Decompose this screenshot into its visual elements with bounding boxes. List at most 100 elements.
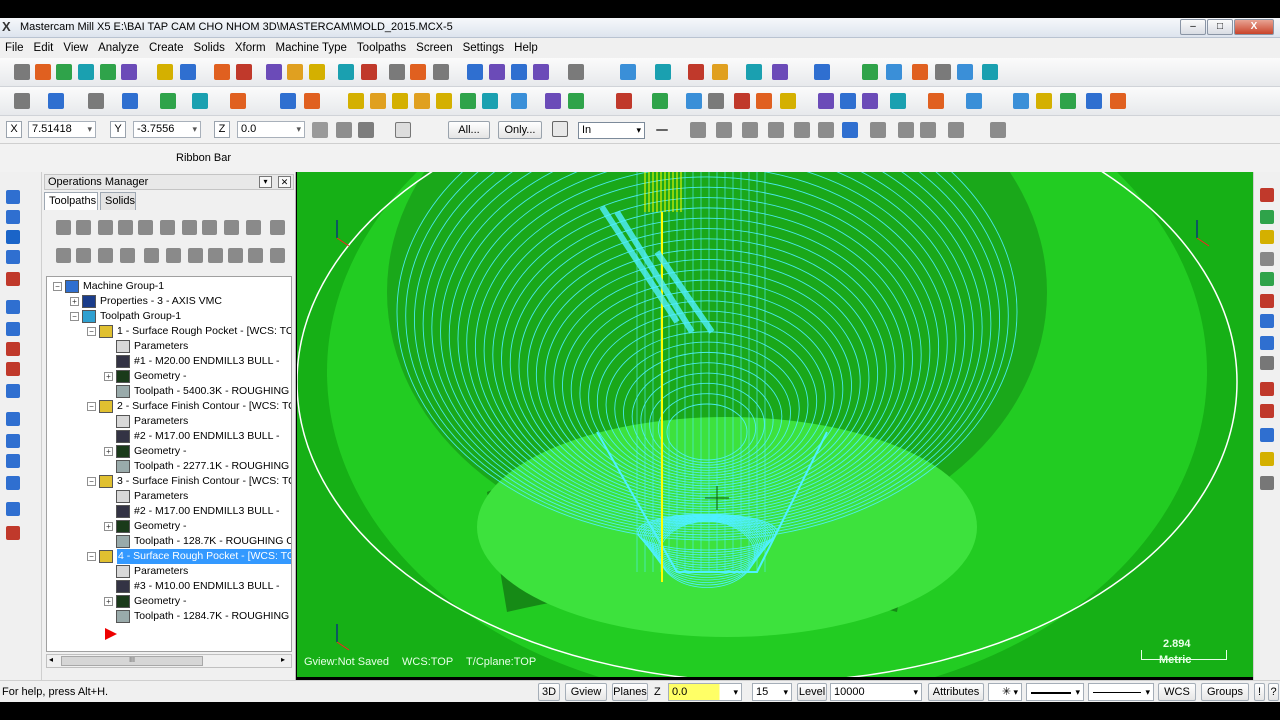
selection-filter-2-icon[interactable] xyxy=(716,122,732,138)
expand-icon[interactable]: + xyxy=(104,447,113,456)
ops-action-5-icon[interactable] xyxy=(138,220,153,235)
solids-tool-9-icon[interactable] xyxy=(6,362,20,376)
tree-node[interactable]: Toolpath - 1284.7K - ROUGHING xyxy=(47,609,291,624)
solids-tool-2-icon[interactable] xyxy=(6,210,20,224)
y-coord-input[interactable]: -3.7556 xyxy=(133,121,201,138)
create-tool-24-icon[interactable] xyxy=(734,93,750,109)
selection-filter-4-icon[interactable] xyxy=(768,122,784,138)
expand-icon[interactable]: + xyxy=(70,297,79,306)
insert-arrow-icon[interactable] xyxy=(105,628,117,640)
create-tool-13-icon[interactable] xyxy=(414,93,430,109)
main-tool-18-icon[interactable] xyxy=(433,64,449,80)
tree-node[interactable]: Toolpath - 128.7K - ROUGHING C xyxy=(47,534,291,549)
main-tool-2-icon[interactable] xyxy=(35,64,51,80)
solids-tool-13-icon[interactable] xyxy=(6,454,20,468)
color-input[interactable]: 15 xyxy=(752,683,792,701)
panel-close-icon[interactable]: ✕ xyxy=(278,176,291,188)
attributes-button[interactable]: Attributes xyxy=(928,683,984,701)
main-tool-5-icon[interactable] xyxy=(100,64,116,80)
gview-button[interactable]: Gview xyxy=(565,683,607,701)
tree-node[interactable]: Parameters xyxy=(47,414,291,429)
main-tool-30-icon[interactable] xyxy=(814,64,830,80)
ops-nav-8-icon[interactable] xyxy=(208,248,223,263)
autocursor-icon[interactable] xyxy=(336,122,352,138)
mru-tool-8-icon[interactable] xyxy=(1260,336,1274,350)
mastercam-app-icon[interactable]: X xyxy=(2,20,16,34)
point-type-icon[interactable] xyxy=(358,122,374,138)
mru-tool-11-icon[interactable] xyxy=(1260,404,1274,418)
collapse-icon[interactable]: − xyxy=(87,327,96,336)
operation-node[interactable]: − 2 - Surface Finish Contour - [WCS: TOP xyxy=(47,399,291,414)
main-tool-27-icon[interactable] xyxy=(712,64,728,80)
create-tool-16-icon[interactable] xyxy=(482,93,498,109)
main-tool-31-icon[interactable] xyxy=(862,64,878,80)
expand-icon[interactable]: + xyxy=(104,522,113,531)
main-tool-24-icon[interactable] xyxy=(620,64,636,80)
create-tool-19-icon[interactable] xyxy=(568,93,584,109)
solids-tool-12-icon[interactable] xyxy=(6,434,20,448)
create-tool-4-icon[interactable] xyxy=(122,93,138,109)
fast-point-icon[interactable] xyxy=(312,122,328,138)
selection-filter-1-icon[interactable] xyxy=(690,122,706,138)
main-tool-9-icon[interactable] xyxy=(214,64,230,80)
main-tool-4-icon[interactable] xyxy=(78,64,94,80)
create-tool-34-icon[interactable] xyxy=(1036,93,1052,109)
mru-tool-1-icon[interactable] xyxy=(1260,188,1274,202)
main-tool-3-icon[interactable] xyxy=(56,64,72,80)
create-tool-33-icon[interactable] xyxy=(1013,93,1029,109)
mru-tool-5-icon[interactable] xyxy=(1260,272,1274,286)
create-tool-20-icon[interactable] xyxy=(616,93,632,109)
menu-settings[interactable]: Settings xyxy=(458,38,510,58)
create-tool-5-icon[interactable] xyxy=(160,93,176,109)
main-tool-15-icon[interactable] xyxy=(361,64,377,80)
line-style-select[interactable] xyxy=(1026,683,1084,701)
main-tool-29-icon[interactable] xyxy=(772,64,788,80)
create-tool-35-icon[interactable] xyxy=(1060,93,1076,109)
collapse-icon[interactable]: − xyxy=(53,282,62,291)
mru-tool-9-icon[interactable] xyxy=(1260,356,1274,370)
tree-node[interactable]: #3 - M10.00 ENDMILL3 BULL - xyxy=(47,579,291,594)
tree-node[interactable]: + Geometry - xyxy=(47,369,291,384)
operation-node[interactable]: − 4 - Surface Rough Pocket - [WCS: TOP xyxy=(47,549,291,564)
ops-action-3-icon[interactable] xyxy=(98,220,113,235)
select-only-button[interactable]: Only... xyxy=(498,121,542,139)
main-tool-12-icon[interactable] xyxy=(287,64,303,80)
mru-tool-7-icon[interactable] xyxy=(1260,314,1274,328)
tree-node[interactable]: #1 - M20.00 ENDMILL3 BULL - xyxy=(47,354,291,369)
warning-button[interactable]: ! xyxy=(1254,683,1265,701)
create-tool-36-icon[interactable] xyxy=(1086,93,1102,109)
tab-solids[interactable]: Solids xyxy=(100,192,136,210)
ops-action-2-icon[interactable] xyxy=(76,220,91,235)
create-tool-30-icon[interactable] xyxy=(890,93,906,109)
z-depth-input[interactable]: 0.0 xyxy=(668,683,742,701)
level-button[interactable]: Level xyxy=(797,683,827,701)
create-tool-14-icon[interactable] xyxy=(436,93,452,109)
solids-tool-16-icon[interactable] xyxy=(6,526,20,540)
help-icon[interactable] xyxy=(395,122,411,138)
close-button[interactable]: X xyxy=(1234,19,1274,35)
create-tool-10-icon[interactable] xyxy=(348,93,364,109)
operation-node[interactable]: − 1 - Surface Rough Pocket - [WCS: TOP xyxy=(47,324,291,339)
main-tool-8-icon[interactable] xyxy=(180,64,196,80)
menu-analyze[interactable]: Analyze xyxy=(93,38,144,58)
collapse-icon[interactable]: − xyxy=(87,402,96,411)
main-tool-23-icon[interactable] xyxy=(568,64,584,80)
tree-node[interactable]: Toolpath - 5400.3K - ROUGHING xyxy=(47,384,291,399)
ops-action-11-icon[interactable] xyxy=(270,220,285,235)
ops-nav-3-icon[interactable] xyxy=(98,248,113,263)
tree-node[interactable]: + Geometry - xyxy=(47,594,291,609)
solids-tool-4-icon[interactable] xyxy=(6,250,20,264)
solids-tool-15-icon[interactable] xyxy=(6,502,20,516)
ops-nav-11-icon[interactable] xyxy=(270,248,285,263)
ops-nav-2-icon[interactable] xyxy=(76,248,91,263)
x-coord-label[interactable]: X xyxy=(6,121,22,138)
create-tool-25-icon[interactable] xyxy=(756,93,772,109)
create-tool-12-icon[interactable] xyxy=(392,93,408,109)
main-tool-33-icon[interactable] xyxy=(912,64,928,80)
main-tool-10-icon[interactable] xyxy=(236,64,252,80)
z-coord-label[interactable]: Z xyxy=(214,121,230,138)
tree-node[interactable]: Toolpath - 2277.1K - ROUGHING xyxy=(47,459,291,474)
solids-tool-3-icon[interactable] xyxy=(6,230,20,244)
create-tool-6-icon[interactable] xyxy=(192,93,208,109)
scroll-right-icon[interactable]: ▸ xyxy=(281,655,285,664)
